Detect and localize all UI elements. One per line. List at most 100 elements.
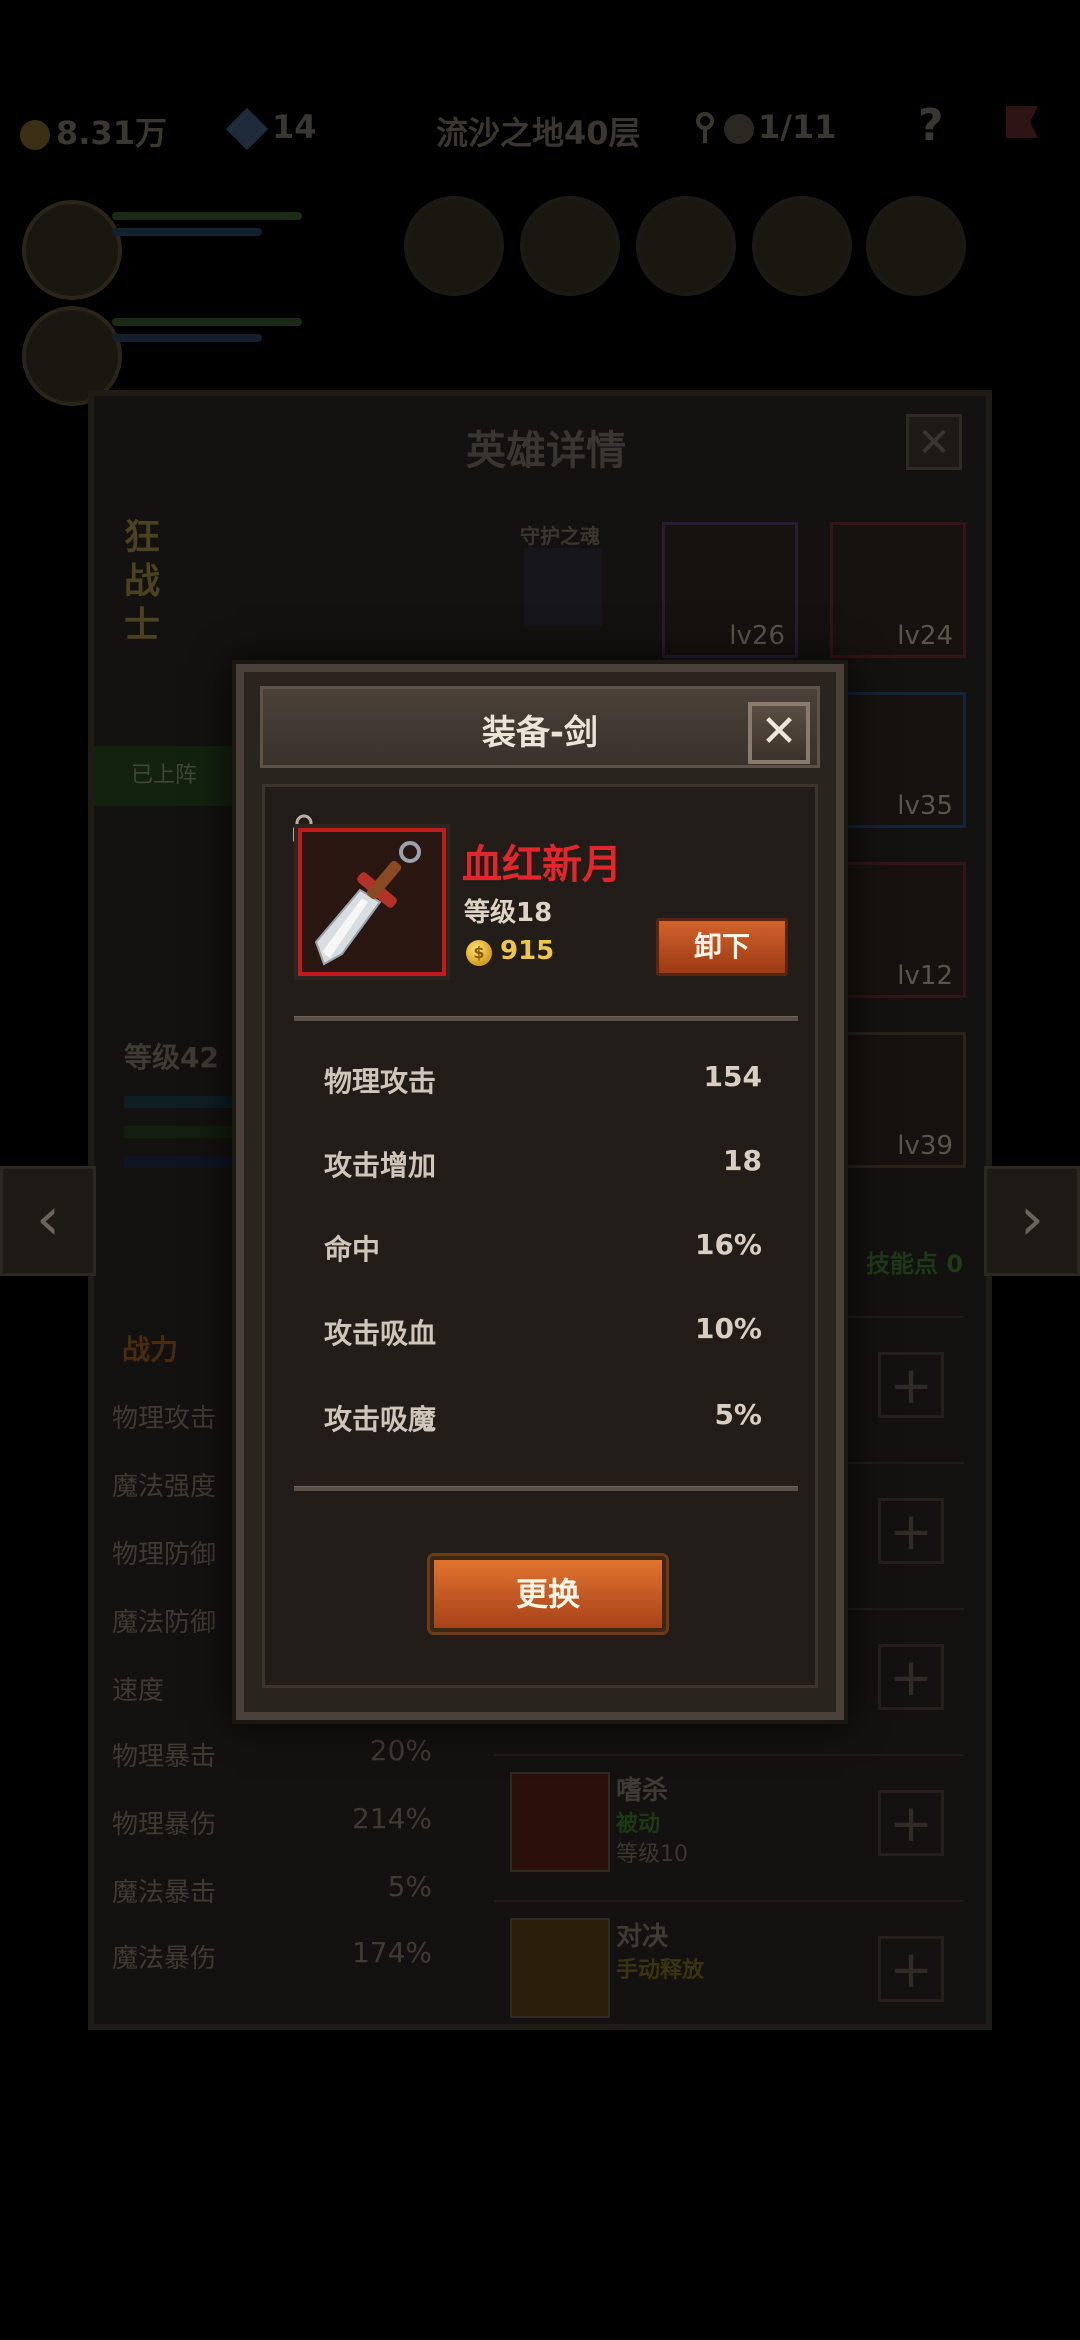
key-value: 1/11 (758, 108, 837, 146)
help-button[interactable]: ? (918, 100, 944, 151)
stat-label: 物理暴击 (112, 1742, 217, 1772)
skill-name: 嗜杀 (616, 1776, 669, 1806)
upgrade-skill-button[interactable]: + (878, 1644, 944, 1710)
skill-name: 对决 (616, 1922, 669, 1952)
deployed-badge: 已上阵 (94, 746, 234, 806)
hero-panel-close-button[interactable]: ✕ (906, 414, 962, 470)
attribute-row: 攻击增加 18 (324, 1138, 762, 1188)
hero-mana-bar (124, 1156, 244, 1168)
attribute-value: 5% (714, 1398, 762, 1431)
attribute-label: 攻击增加 (324, 1149, 437, 1182)
skill-icon (510, 1772, 610, 1872)
divider (294, 1486, 798, 1491)
gem-icon (225, 107, 269, 151)
empty-slot[interactable] (520, 196, 620, 296)
previous-hero-button[interactable]: ‹ (0, 1166, 96, 1276)
equip-slot-sword[interactable]: lv39 (830, 1032, 966, 1168)
skill-row: 对决 手动释放 + (494, 1900, 964, 2028)
key-icon (692, 112, 718, 146)
empty-slot[interactable] (752, 196, 852, 296)
gold-value: 8.31万 (56, 114, 167, 152)
dialog-header: 装备-剑 (260, 686, 820, 768)
gold-counter: 8.31万 (20, 108, 167, 154)
sword-icon (302, 832, 442, 972)
equip-slot-ring[interactable]: lv12 (830, 862, 966, 998)
attribute-row: 物理攻击 154 (324, 1054, 762, 1104)
hero-mana-bar (112, 228, 262, 236)
hero-health-bar (112, 318, 302, 326)
upgrade-skill-button[interactable]: + (878, 1498, 944, 1564)
stat-value: 174% (351, 1936, 432, 1969)
equipment-dialog: 装备-剑 ✕ 血红新月 等级18 $ 915 卸下 物理攻击 154 攻击增加 … (236, 664, 844, 1720)
hero-health-bar (124, 1126, 244, 1138)
party-hero-avatar[interactable] (22, 200, 122, 300)
guardian-soul-icon[interactable] (524, 548, 602, 626)
skill-level: 等级10 (616, 1842, 688, 1867)
equip-level: lv35 (897, 791, 953, 821)
stat-label: 速度 (112, 1676, 165, 1706)
hero-exp-bar (124, 1096, 244, 1108)
item-name: 血红新月 (462, 842, 622, 888)
equip-slot-necklace[interactable]: lv24 (830, 522, 966, 658)
attribute-row: 命中 16% (324, 1222, 762, 1272)
coin-icon: $ (466, 940, 492, 966)
stat-label: 物理暴伤 (112, 1810, 217, 1840)
item-price: 915 (500, 936, 555, 966)
hero-mana-bar (112, 334, 262, 342)
item-icon-frame[interactable] (298, 828, 446, 976)
attribute-value: 16% (694, 1228, 762, 1261)
skull-icon (724, 114, 754, 144)
attribute-value: 154 (703, 1060, 762, 1093)
key-counter: 1/11 (692, 108, 836, 146)
stat-label: 魔法暴伤 (112, 1944, 217, 1974)
guardian-soul-label: 守护之魂 (520, 524, 600, 548)
next-hero-button[interactable]: › (984, 1166, 1080, 1276)
equip-level: lv39 (897, 1131, 953, 1161)
unequip-button[interactable]: 卸下 (656, 918, 788, 976)
skill-points: 技能点 0 (866, 1250, 964, 1278)
stat-label: 魔法强度 (112, 1472, 217, 1502)
flag-icon[interactable] (1000, 102, 1044, 146)
attribute-value: 10% (694, 1312, 762, 1345)
upgrade-skill-button[interactable]: + (878, 1352, 944, 1418)
upgrade-skill-button[interactable]: + (878, 1790, 944, 1856)
hero-health-bar (112, 212, 302, 220)
equip-slot-armor[interactable]: lv35 (830, 692, 966, 828)
attribute-label: 命中 (324, 1233, 381, 1266)
stage-name[interactable]: 流沙之地40层 (436, 108, 641, 154)
equip-level: lv24 (897, 621, 953, 651)
dialog-title: 装备-剑 (481, 713, 599, 753)
empty-slot[interactable] (866, 196, 966, 296)
gem-value: 14 (272, 108, 317, 146)
skill-row: 嗜杀 被动 等级10 + (494, 1754, 964, 1882)
skill-type: 被动 (616, 1812, 661, 1837)
top-resource-bar: 8.31万 14 流沙之地40层 1/11 ? (0, 90, 1080, 160)
equip-level: lv12 (897, 961, 953, 991)
stat-value: 5% (387, 1870, 432, 1903)
dialog-close-button[interactable]: ✕ (748, 702, 810, 764)
stat-label: 魔法暴击 (112, 1878, 217, 1908)
gold-coin-icon (20, 120, 50, 150)
hero-class-name: 狂战士 (124, 517, 161, 646)
empty-slot[interactable] (404, 196, 504, 296)
attribute-label: 攻击吸魔 (324, 1403, 437, 1436)
stat-label: 魔法防御 (112, 1608, 217, 1638)
attribute-value: 18 (723, 1144, 762, 1177)
hero-panel-title: 英雄详情 (466, 428, 626, 474)
stat-value: 20% (369, 1734, 432, 1767)
upgrade-skill-button[interactable]: + (878, 1936, 944, 2002)
skill-type: 手动释放 (616, 1958, 705, 1983)
divider (294, 1016, 798, 1021)
equip-level: lv26 (729, 621, 785, 651)
replace-button[interactable]: 更换 (430, 1556, 666, 1632)
equip-slot-helmet[interactable]: lv26 (662, 522, 798, 658)
attribute-label: 攻击吸血 (324, 1317, 437, 1350)
empty-slot[interactable] (636, 196, 736, 296)
stat-label: 物理防御 (112, 1540, 217, 1570)
combat-power-tab[interactable]: 战力 (122, 1328, 178, 1368)
stat-label: 物理攻击 (112, 1404, 217, 1434)
gem-counter: 14 (225, 107, 317, 151)
attribute-label: 物理攻击 (324, 1065, 437, 1098)
item-level: 等级18 (464, 898, 553, 928)
stat-value: 214% (351, 1802, 432, 1835)
